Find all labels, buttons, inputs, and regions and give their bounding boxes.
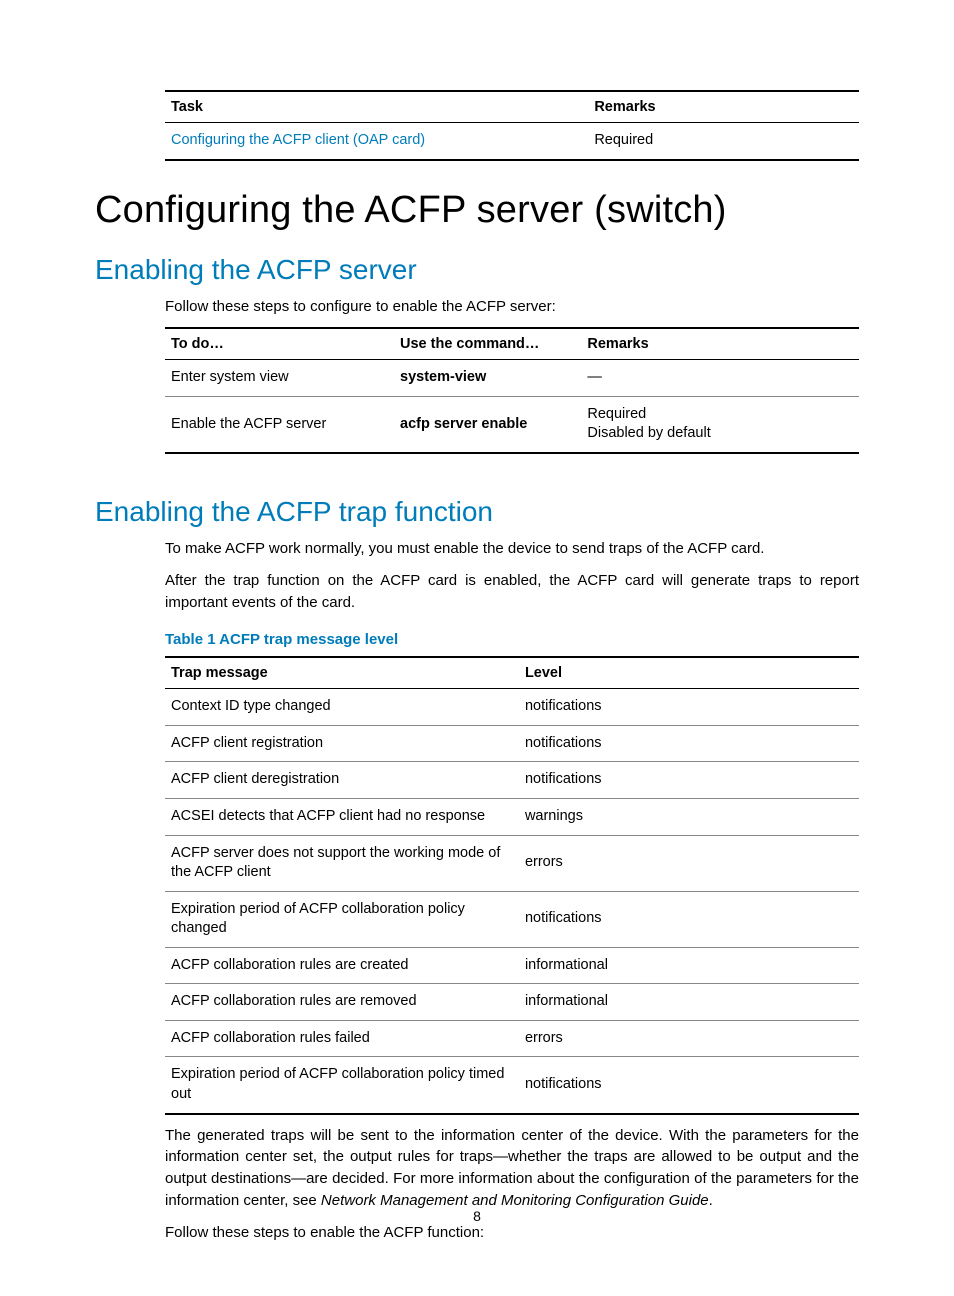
- paragraph: The generated traps will be sent to the …: [165, 1125, 859, 1212]
- paragraph: Follow these steps to enable the ACFP fu…: [165, 1222, 859, 1244]
- table-header-row: Trap message Level: [165, 657, 859, 689]
- cell-level: informational: [519, 984, 859, 1021]
- th-command: Use the command…: [394, 328, 581, 360]
- cell-level: notifications: [519, 891, 859, 947]
- table-row: Expiration period of ACFP collaboration …: [165, 891, 859, 947]
- page-title: Configuring the ACFP server (switch): [95, 189, 859, 232]
- th-level: Level: [519, 657, 859, 689]
- section-heading-trap-function: Enabling the ACFP trap function: [95, 496, 859, 528]
- table-row: Configuring the ACFP client (OAP card) R…: [165, 123, 859, 160]
- paragraph: To make ACFP work normally, you must ena…: [165, 538, 859, 560]
- th-remarks: Remarks: [588, 91, 859, 123]
- table-row: Enter system view system-view —: [165, 360, 859, 397]
- cell-level: errors: [519, 835, 859, 891]
- cell-todo: Enable the ACFP server: [165, 396, 394, 453]
- cell-trap-message: ACSEI detects that ACFP client had no re…: [165, 798, 519, 835]
- table-caption: Table 1 ACFP trap message level: [165, 631, 859, 648]
- cell-trap-message: Context ID type changed: [165, 689, 519, 726]
- cell-trap-message: ACFP server does not support the working…: [165, 835, 519, 891]
- cell-trap-message: Expiration period of ACFP collaboration …: [165, 1057, 519, 1114]
- table-header-row: Task Remarks: [165, 91, 859, 123]
- table-row: Context ID type changednotifications: [165, 689, 859, 726]
- task-table: Task Remarks Configuring the ACFP client…: [165, 90, 859, 161]
- reference-title: Network Management and Monitoring Config…: [321, 1192, 709, 1209]
- intro-text: Follow these steps to configure to enabl…: [165, 296, 859, 318]
- table-row: ACFP collaboration rules are removedinfo…: [165, 984, 859, 1021]
- cell-level: notifications: [519, 689, 859, 726]
- table-row: ACFP server does not support the working…: [165, 835, 859, 891]
- table-row: Enable the ACFP server acfp server enabl…: [165, 396, 859, 453]
- text: .: [709, 1192, 713, 1209]
- task-remarks: Required: [588, 123, 859, 160]
- table-row: ACFP collaboration rules are createdinfo…: [165, 947, 859, 984]
- paragraph: After the trap function on the ACFP card…: [165, 570, 859, 614]
- table-row: Expiration period of ACFP collaboration …: [165, 1057, 859, 1114]
- task-link[interactable]: Configuring the ACFP client (OAP card): [165, 123, 588, 160]
- cell-level: warnings: [519, 798, 859, 835]
- cell-command: system-view: [394, 360, 581, 397]
- cell-level: errors: [519, 1020, 859, 1057]
- cell-level: informational: [519, 947, 859, 984]
- th-trap-message: Trap message: [165, 657, 519, 689]
- th-task: Task: [165, 91, 588, 123]
- trap-message-table: Trap message Level Context ID type chang…: [165, 656, 859, 1114]
- table-row: ACSEI detects that ACFP client had no re…: [165, 798, 859, 835]
- th-todo: To do…: [165, 328, 394, 360]
- th-remarks: Remarks: [581, 328, 859, 360]
- table-row: ACFP collaboration rules failederrors: [165, 1020, 859, 1057]
- table-row: ACFP client registrationnotifications: [165, 725, 859, 762]
- cell-trap-message: ACFP client registration: [165, 725, 519, 762]
- cell-todo: Enter system view: [165, 360, 394, 397]
- cell-trap-message: ACFP collaboration rules are created: [165, 947, 519, 984]
- cell-trap-message: ACFP collaboration rules are removed: [165, 984, 519, 1021]
- table-header-row: To do… Use the command… Remarks: [165, 328, 859, 360]
- cell-remarks: Required Disabled by default: [581, 396, 859, 453]
- cell-trap-message: ACFP client deregistration: [165, 762, 519, 799]
- cell-level: notifications: [519, 1057, 859, 1114]
- table-row: ACFP client deregistrationnotifications: [165, 762, 859, 799]
- section-heading-enable-server: Enabling the ACFP server: [95, 254, 859, 286]
- cell-trap-message: ACFP collaboration rules failed: [165, 1020, 519, 1057]
- cell-level: notifications: [519, 762, 859, 799]
- page-number: 8: [0, 1208, 954, 1224]
- enable-server-table: To do… Use the command… Remarks Enter sy…: [165, 327, 859, 454]
- cell-remarks: —: [581, 360, 859, 397]
- cell-command: acfp server enable: [394, 396, 581, 453]
- cell-level: notifications: [519, 725, 859, 762]
- cell-trap-message: Expiration period of ACFP collaboration …: [165, 891, 519, 947]
